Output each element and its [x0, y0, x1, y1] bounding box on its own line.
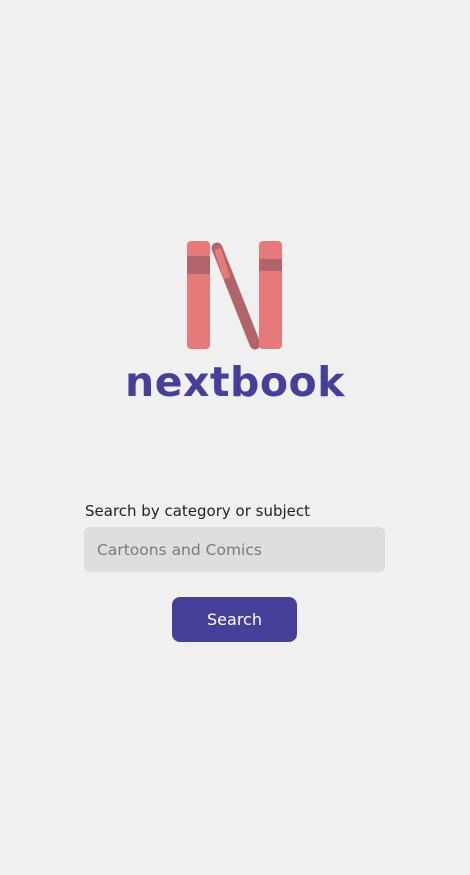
bookshelf-n-icon	[187, 241, 282, 350]
app-logo: nextbook	[0, 0, 470, 420]
search-button[interactable]: Search	[172, 597, 297, 642]
search-label: Search by category or subject	[85, 502, 311, 520]
search-input[interactable]	[84, 527, 385, 572]
brand-wordmark: nextbook	[125, 358, 345, 406]
